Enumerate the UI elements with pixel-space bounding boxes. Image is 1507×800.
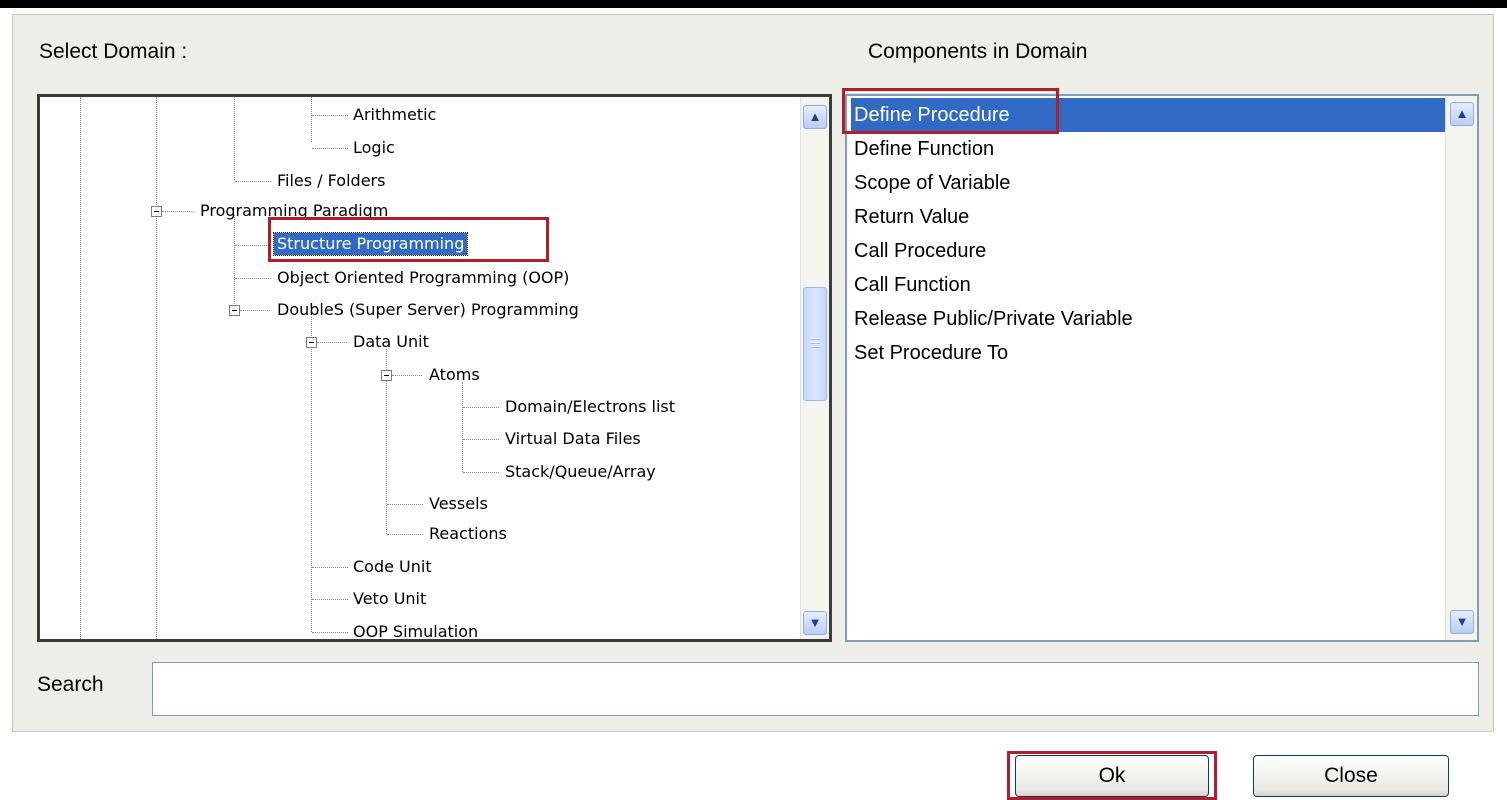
tree-connector — [235, 278, 271, 279]
chevron-down-icon: ▼ — [808, 615, 822, 630]
tree-connector — [312, 148, 348, 149]
tree-connector — [392, 375, 422, 376]
grip-icon — [811, 346, 820, 347]
collapse-icon[interactable] — [306, 337, 317, 348]
tree-node-code-unit[interactable]: Code Unit — [350, 556, 435, 578]
tree-node-veto-unit[interactable]: Veto Unit — [350, 588, 429, 610]
grip-icon — [811, 342, 820, 343]
tree-guide-line — [311, 317, 312, 632]
tree-node-oop-simulation[interactable]: OOP Simulation — [350, 621, 481, 639]
scroll-up-button[interactable]: ▲ — [1450, 102, 1474, 126]
list-item[interactable]: Return Value — [851, 200, 969, 234]
tree-connector — [162, 211, 194, 212]
tree-node-structure-programming[interactable]: Structure Programming — [272, 232, 469, 256]
chevron-up-icon: ▲ — [1455, 106, 1469, 121]
tree-node-data-unit[interactable]: Data Unit — [350, 331, 432, 353]
grip-icon — [811, 338, 820, 339]
tree-node-reactions[interactable]: Reactions — [426, 523, 510, 545]
tree-connector — [312, 632, 348, 633]
list-item[interactable]: Define Function — [851, 132, 994, 166]
window-top-border — [0, 0, 1507, 8]
tree-connector — [312, 115, 348, 116]
tree-node-doubles-programming[interactable]: DoubleS (Super Server) Programming — [274, 299, 582, 321]
collapse-icon[interactable] — [381, 370, 392, 381]
tree-node-arithmetic[interactable]: Arithmetic — [350, 104, 439, 126]
list-item[interactable]: Call Function — [851, 268, 971, 302]
tree-node-stack-queue-array[interactable]: Stack/Queue/Array — [502, 461, 659, 483]
tree-scrollbar[interactable]: ▲ ▼ — [800, 97, 829, 639]
tree-connector — [317, 342, 347, 343]
tree-node-oop[interactable]: Object Oriented Programming (OOP) — [274, 267, 572, 289]
search-input[interactable] — [152, 662, 1479, 716]
tree-node-vessels[interactable]: Vessels — [426, 493, 491, 515]
tree-guide-line — [234, 97, 235, 180]
domain-tree[interactable]: Arithmetic Logic Files / Folders Program… — [37, 94, 832, 642]
tree-node-virtual-data-files[interactable]: Virtual Data Files — [502, 428, 644, 450]
tree-guide-line — [462, 382, 463, 472]
collapse-icon[interactable] — [151, 206, 162, 217]
tree-node-domain-electrons-list[interactable]: Domain/Electrons list — [502, 396, 678, 418]
list-item[interactable]: Call Procedure — [851, 234, 986, 268]
select-domain-label: Select Domain : — [39, 40, 188, 63]
tree-connector — [235, 181, 271, 182]
collapse-icon[interactable] — [229, 305, 240, 316]
tree-connector — [463, 407, 499, 408]
tree-guide-line — [156, 97, 157, 639]
scroll-up-button[interactable]: ▲ — [803, 105, 827, 129]
list-scrollbar[interactable]: ▲ ▼ — [1445, 96, 1477, 640]
list-item[interactable]: Define Procedure — [851, 98, 1447, 132]
close-button[interactable]: Close — [1253, 755, 1449, 797]
ok-button[interactable]: Ok — [1015, 755, 1209, 797]
tree-connector — [387, 504, 423, 505]
chevron-up-icon: ▲ — [808, 109, 822, 124]
scroll-down-button[interactable]: ▼ — [1450, 610, 1474, 634]
tree-node-logic[interactable]: Logic — [350, 137, 398, 159]
tree-guide-line — [234, 215, 235, 310]
tree-connector — [463, 472, 499, 473]
tree-node-files-folders[interactable]: Files / Folders — [274, 170, 388, 192]
list-item[interactable]: Release Public/Private Variable — [851, 302, 1133, 336]
tree-connector — [312, 567, 348, 568]
chevron-down-icon: ▼ — [1455, 614, 1469, 629]
tree-connector — [240, 310, 270, 311]
tree-connector — [387, 534, 423, 535]
components-list[interactable]: Define Procedure Define Function Scope o… — [845, 94, 1479, 642]
tree-connector — [312, 599, 348, 600]
tree-connector — [235, 245, 271, 246]
tree-node-atoms[interactable]: Atoms — [426, 364, 483, 386]
list-item[interactable]: Set Procedure To — [851, 336, 1008, 370]
tree-connector — [463, 439, 499, 440]
scroll-down-button[interactable]: ▼ — [803, 611, 827, 635]
tree-guide-line — [80, 97, 81, 639]
search-label: Search — [37, 673, 104, 696]
components-in-domain-label: Components in Domain — [868, 40, 1088, 63]
tree-guide-line — [311, 97, 312, 142]
list-item[interactable]: Scope of Variable — [851, 166, 1010, 200]
tree-node-programming-paradigm[interactable]: Programming Paradigm — [197, 200, 391, 222]
scroll-thumb[interactable] — [803, 287, 827, 401]
